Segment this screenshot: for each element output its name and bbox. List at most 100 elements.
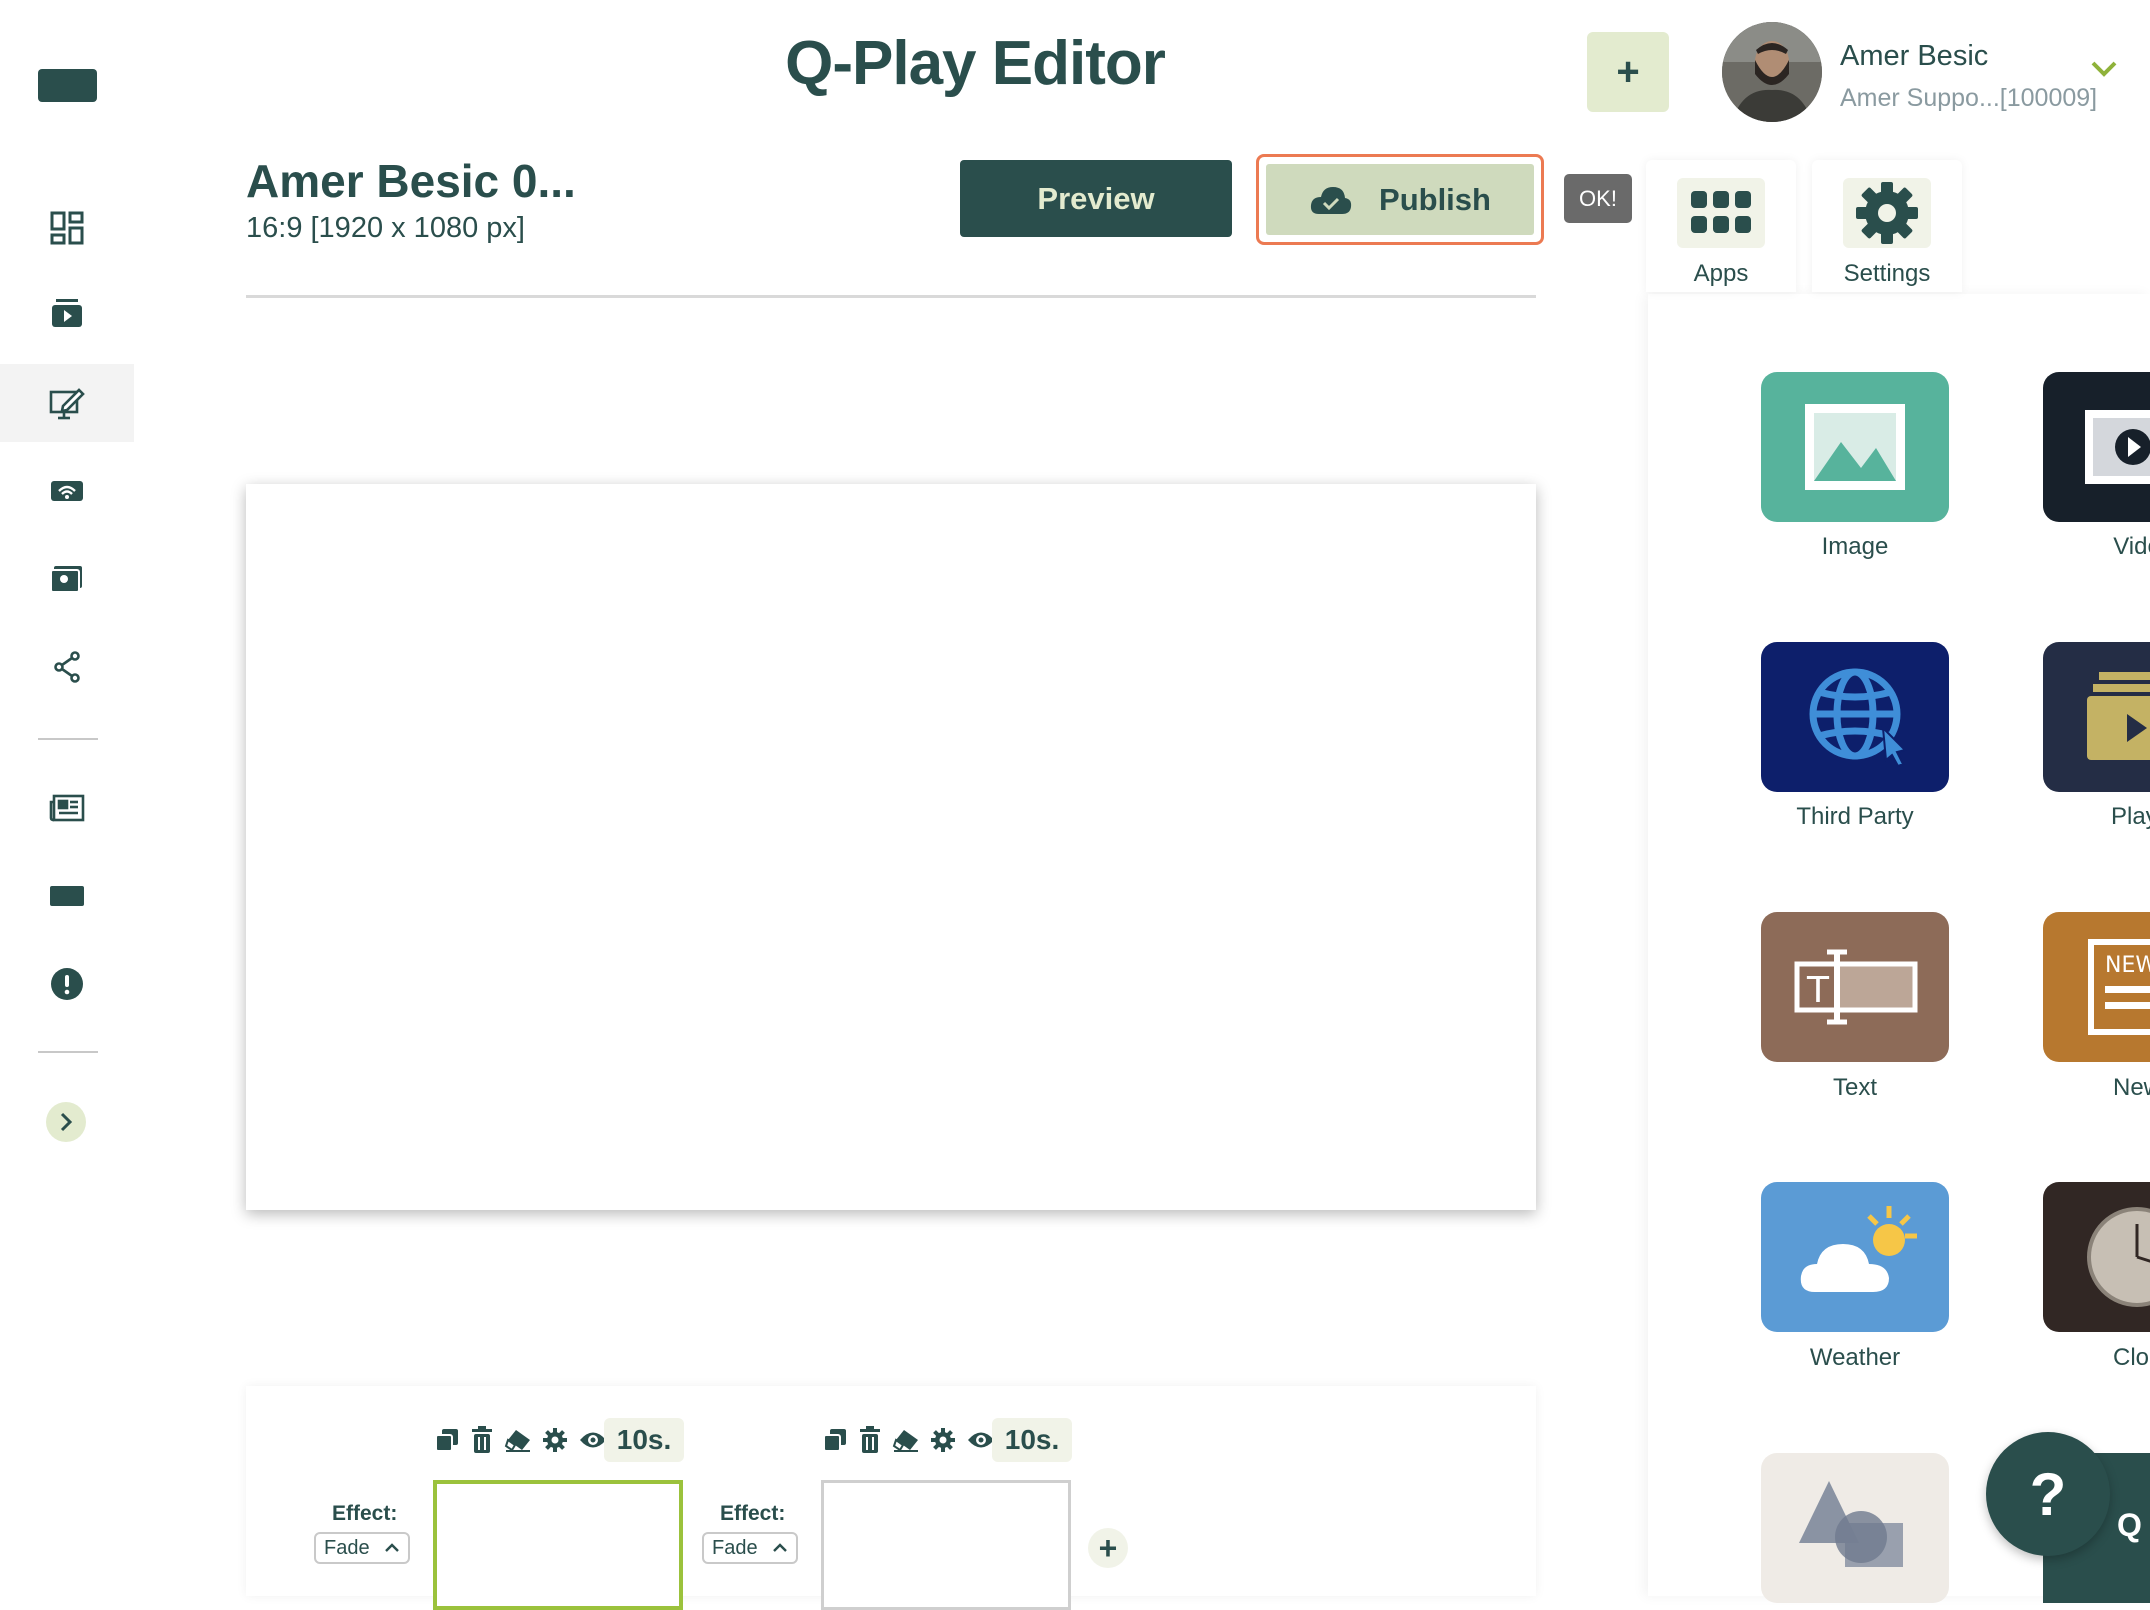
news-icon — [49, 794, 85, 822]
tab-settings-label: Settings — [1843, 260, 1931, 287]
globe-cursor-icon — [1809, 668, 1907, 768]
effect-label: Effect: — [720, 1502, 786, 1525]
cloud-check-icon — [1310, 186, 1352, 214]
presentation-size: 16:9 [1920 x 1080 px] — [246, 212, 525, 244]
apps-grid-icon — [1691, 191, 1751, 233]
sidebar-item-share[interactable] — [0, 628, 134, 706]
gear-icon[interactable] — [930, 1427, 956, 1453]
sidebar-item-screen[interactable] — [0, 857, 134, 935]
app-label-q: Q — [2117, 1507, 2142, 1543]
share-icon — [54, 651, 80, 683]
slide-duration[interactable]: 10s. — [604, 1418, 684, 1462]
gear-icon[interactable] — [542, 1427, 568, 1453]
sidebar-item-alerts[interactable] — [0, 945, 134, 1023]
add-slide-button[interactable]: + — [1088, 1528, 1128, 1568]
app-label-video: Vide — [2113, 533, 2150, 560]
app-title: Q-Play Editor — [785, 29, 1166, 98]
sidebar-item-dashboard[interactable] — [0, 189, 134, 267]
publish-button[interactable]: Publish — [1266, 164, 1534, 235]
gallery-icon — [50, 566, 82, 593]
sidebar — [0, 0, 134, 1596]
trash-icon[interactable] — [858, 1426, 882, 1454]
eraser-icon[interactable] — [504, 1428, 532, 1452]
duplicate-icon[interactable] — [822, 1427, 848, 1453]
divider — [246, 295, 1536, 298]
app-tile-shapes[interactable] — [1761, 1453, 1949, 1603]
user-name[interactable]: Amer Besic — [1840, 40, 1988, 73]
ok-badge[interactable]: OK! — [1564, 174, 1632, 223]
screen-icon — [50, 886, 84, 906]
tab-apps-label: Apps — [1693, 260, 1749, 287]
effect-value: Fade — [712, 1536, 758, 1559]
trash-icon[interactable] — [470, 1426, 494, 1454]
app-label-image: Image — [1821, 533, 1889, 560]
sidebar-item-gallery[interactable] — [0, 540, 134, 618]
app-tile-text[interactable]: T — [1761, 912, 1949, 1062]
effect-label: Effect: — [332, 1502, 398, 1525]
sidebar-item-media[interactable] — [0, 274, 134, 352]
app-tile-video[interactable] — [2043, 372, 2150, 522]
user-organization[interactable]: Amer Suppo...[100009] — [1840, 84, 2097, 113]
app-label-news: New — [2112, 1074, 2150, 1101]
publish-label: Publish — [1379, 181, 1491, 217]
user-photo — [1722, 22, 1822, 122]
sidebar-divider — [38, 1051, 98, 1053]
app-tile-weather[interactable] — [1761, 1182, 1949, 1332]
playlist-icon — [2087, 672, 2150, 760]
eraser-icon[interactable] — [892, 1428, 920, 1452]
svg-text:NEWS: NEWS — [2105, 953, 2150, 978]
player-wifi-icon — [51, 481, 83, 501]
chevron-up-icon — [384, 1543, 399, 1552]
chevron-up-icon — [772, 1543, 787, 1552]
app-tile-image[interactable] — [1761, 372, 1949, 522]
sidebar-expand-button[interactable] — [46, 1102, 86, 1142]
slide-toolbar — [822, 1426, 996, 1454]
app-label-third-party: Third Party — [1796, 803, 1914, 830]
tab-settings[interactable]: Settings — [1812, 160, 1962, 292]
app-tile-playlist[interactable] — [2043, 642, 2150, 792]
help-button[interactable]: ? — [1986, 1432, 2110, 1556]
shapes-icon — [1799, 1481, 1903, 1567]
add-button[interactable]: + — [1587, 32, 1669, 112]
sidebar-item-players[interactable] — [0, 452, 134, 530]
effect-select[interactable]: Fade — [702, 1532, 798, 1564]
tab-apps[interactable]: Apps — [1646, 160, 1796, 292]
app-tile-news[interactable]: NEWS — [2043, 912, 2150, 1062]
sidebar-item-editor[interactable] — [0, 364, 134, 442]
sidebar-divider — [38, 738, 98, 740]
video-icon — [2085, 410, 2150, 484]
tab-apps-icon-bg — [1677, 178, 1765, 248]
sidebar-item-news[interactable] — [0, 769, 134, 847]
presentation-name[interactable]: Amer Besic 0... — [246, 154, 576, 208]
tab-settings-icon-bg — [1843, 178, 1931, 248]
app-label-text: Text — [1832, 1074, 1877, 1101]
app-label-weather: Weather — [1809, 1344, 1901, 1371]
weather-icon — [1800, 1206, 1917, 1292]
avatar[interactable] — [1722, 22, 1822, 122]
alert-icon — [51, 968, 83, 1000]
app-label-clock: Cloc — [2112, 1344, 2150, 1371]
chevron-down-icon[interactable] — [2090, 60, 2118, 78]
clock-icon — [2087, 1207, 2150, 1307]
gear-icon — [1856, 182, 1918, 244]
dashboard-icon — [50, 211, 84, 245]
slide-canvas[interactable] — [246, 484, 1536, 1210]
slide-toolbar — [434, 1426, 608, 1454]
app-tile-clock[interactable] — [2043, 1182, 2150, 1332]
news-app-icon: NEWS — [2088, 939, 2150, 1035]
text-icon: T — [1794, 949, 1918, 1025]
slide-thumbnail[interactable] — [821, 1480, 1071, 1610]
media-icon — [52, 299, 82, 327]
slide-duration[interactable]: 10s. — [992, 1418, 1072, 1462]
edit-screen-icon — [49, 388, 85, 420]
logo[interactable] — [38, 69, 97, 102]
svg-text:T: T — [1806, 970, 1830, 1011]
slide-thumbnail-selected[interactable] — [433, 1480, 683, 1610]
effect-select[interactable]: Fade — [314, 1532, 410, 1564]
timeline: 10s. Effect: Fade 10s. Effect: Fade + — [246, 1386, 1536, 1610]
preview-button[interactable]: Preview — [960, 160, 1232, 237]
app-tile-third-party[interactable] — [1761, 642, 1949, 792]
duplicate-icon[interactable] — [434, 1427, 460, 1453]
app-label-playlist: Playl — [2110, 803, 2150, 830]
chevron-right-icon — [60, 1112, 73, 1132]
